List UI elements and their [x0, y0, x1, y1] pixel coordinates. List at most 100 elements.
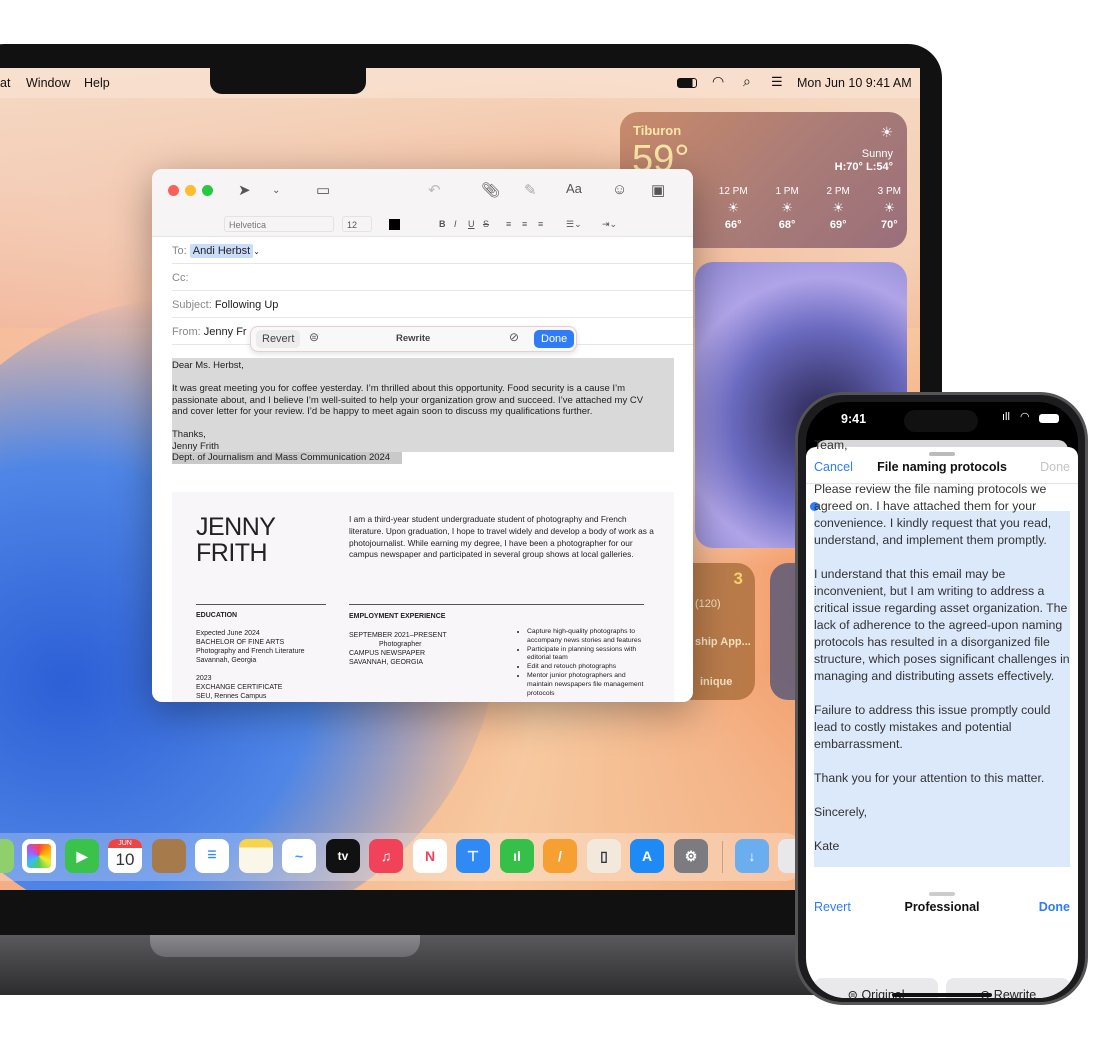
- message-line: managing and distributing assets effecti…: [814, 669, 1055, 683]
- done-top-button[interactable]: Done: [1040, 460, 1070, 474]
- sheet-title: File naming protocols: [877, 460, 1007, 474]
- toolbar: ➤ ⌄ ▭ ↶ 📎︎ ✎ Aa ☺ ▣: [152, 169, 693, 213]
- dock-numbers[interactable]: ıl: [500, 839, 534, 873]
- chevron-down-icon[interactable]: ⌄: [272, 185, 280, 196]
- control-center-icon[interactable]: ☰: [771, 74, 783, 90]
- dock-maps[interactable]: [0, 839, 14, 873]
- original-icon: ⊜: [847, 988, 858, 998]
- dock-tv[interactable]: tv: [326, 839, 360, 873]
- message-line: Sincerely,: [814, 805, 868, 819]
- dock-music[interactable]: ♫: [369, 839, 403, 873]
- reminder-item[interactable]: inique: [700, 676, 732, 688]
- rewrite-title: Rewrite: [396, 333, 431, 344]
- message-line: lack of adherence to the agreed-upon nam…: [814, 618, 1063, 632]
- resume-attachment[interactable]: JENNY FRITH I am a third-year student und…: [172, 492, 674, 702]
- menu-window[interactable]: Window: [26, 76, 70, 90]
- dock-pages[interactable]: /: [543, 839, 577, 873]
- zoom-button[interactable]: [202, 185, 213, 196]
- menu-help[interactable]: Help: [84, 76, 110, 90]
- indent-icon[interactable]: ⇥⌄: [602, 219, 617, 230]
- attachment-icon[interactable]: 📎︎: [481, 181, 500, 199]
- wifi-icon[interactable]: ◠: [712, 73, 724, 90]
- reminder-item[interactable]: (120): [695, 598, 721, 610]
- revert-button[interactable]: Revert: [256, 330, 301, 348]
- underline-button[interactable]: U: [468, 219, 475, 229]
- dock-news[interactable]: N: [413, 839, 447, 873]
- align-right-icon[interactable]: ≡: [538, 219, 543, 229]
- rewrite-icon[interactable]: ⊘: [509, 330, 519, 344]
- dock-contacts[interactable]: [152, 839, 186, 873]
- dock-downloads-folder[interactable]: ↓: [735, 839, 769, 873]
- sun-icon: ☀: [832, 200, 845, 215]
- hour-forecast: 3 PM ☀ 70°: [877, 186, 901, 231]
- signal-icon: ıll: [1002, 411, 1010, 423]
- camera-notch: [210, 66, 366, 94]
- dock-keynote[interactable]: ⊤: [456, 839, 490, 873]
- dock-freeform[interactable]: ~: [282, 839, 316, 873]
- message-line: Failure to address this issue promptly c…: [814, 703, 1051, 717]
- resume-intro: I am a third-year student undergraduate …: [349, 514, 654, 560]
- mail-compose-window: ➤ ⌄ ▭ ↶ 📎︎ ✎ Aa ☺ ▣ Helvetica 12 B I U S…: [152, 169, 693, 702]
- italic-button[interactable]: I: [454, 219, 457, 229]
- grabber[interactable]: [929, 452, 955, 456]
- message-line: structure, which poses significant chall…: [814, 652, 1070, 666]
- dock-system-settings[interactable]: ⚙: [674, 839, 708, 873]
- align-left-icon[interactable]: ≡: [506, 219, 511, 229]
- dock-iphone-mirroring[interactable]: ▯: [587, 839, 621, 873]
- menu-app[interactable]: at: [0, 76, 10, 90]
- format-bar: Helvetica 12 B I U S ≡ ≡ ≡ ☰⌄ ⇥⌄: [152, 213, 693, 237]
- text-color-swatch[interactable]: [389, 219, 400, 230]
- grabber[interactable]: [929, 892, 955, 896]
- reply-icon[interactable]: ↶: [428, 181, 441, 199]
- strikethrough-button[interactable]: S: [483, 219, 489, 229]
- original-icon[interactable]: ⊜: [309, 330, 319, 344]
- sun-icon: ☀: [883, 200, 896, 215]
- dock-reminders[interactable]: ☰: [195, 839, 229, 873]
- dock-photos[interactable]: [22, 839, 56, 873]
- resume-name: JENNY: [196, 513, 276, 541]
- compose-sheet: Cancel File naming protocols Done Team, P…: [806, 438, 1078, 998]
- cc-field[interactable]: Cc:: [172, 264, 693, 291]
- reminder-item[interactable]: ship App...: [695, 636, 751, 648]
- search-icon[interactable]: ⌕: [743, 73, 751, 90]
- format-icon[interactable]: Aa: [566, 181, 582, 196]
- bold-button[interactable]: B: [439, 219, 446, 229]
- subject-field[interactable]: Subject: Following Up: [172, 291, 693, 318]
- markup-icon[interactable]: ✎: [524, 181, 537, 199]
- sun-icon: ☀: [727, 200, 740, 215]
- sun-icon: ☀: [880, 124, 893, 140]
- hour-forecast: 1 PM ☀ 68°: [775, 186, 799, 231]
- dock-facetime[interactable]: ▶: [65, 839, 99, 873]
- font-size-select[interactable]: 12: [342, 216, 372, 232]
- dock-notes[interactable]: [239, 839, 273, 873]
- battery-icon[interactable]: [677, 78, 697, 88]
- employment-list: SEPTEMBER 2021–PRESENT Photographer CAMPUS…: [349, 632, 447, 666]
- done-button[interactable]: Done: [1039, 900, 1070, 914]
- emoji-icon[interactable]: ☺: [612, 181, 627, 198]
- weather-hilo: H:70° L:54°: [834, 161, 893, 173]
- dock-app-store[interactable]: A: [630, 839, 664, 873]
- menu-bar: at Window Help ◠ ⌕ ☰ Mon Jun 10 9:41 AM: [0, 68, 920, 98]
- done-button[interactable]: Done: [534, 330, 575, 348]
- hour-forecast: 12 PM ☀ 66°: [718, 186, 748, 231]
- photo-browser-icon[interactable]: ▣: [651, 181, 665, 199]
- dock-calendar[interactable]: JUN 10: [108, 839, 142, 873]
- send-icon[interactable]: ➤: [238, 181, 251, 199]
- message-body[interactable]: Dear Ms. Herbst, It was great meeting yo…: [172, 358, 674, 464]
- list-icon[interactable]: ☰⌄: [566, 219, 582, 230]
- recipient-token[interactable]: Andi Herbst: [189, 244, 254, 258]
- macbook-hinge: [150, 935, 420, 957]
- minimize-button[interactable]: [185, 185, 196, 196]
- message-line: Team,: [814, 438, 848, 452]
- clock[interactable]: Mon Jun 10 9:41 AM: [797, 76, 912, 90]
- message-line: critical issue regarding asset organizat…: [814, 601, 1068, 615]
- battery-icon: [1039, 414, 1059, 423]
- message-line: embarrassment.: [814, 737, 903, 751]
- to-field[interactable]: To: Andi Herbst ⌄: [172, 237, 693, 264]
- font-select[interactable]: Helvetica: [224, 216, 334, 232]
- header-fields-icon[interactable]: ▭: [316, 181, 330, 199]
- dock: ▶ JUN 10 ☰ ~ tv ♫ N ⊤ ıl / ▯ A ⚙ ↓: [0, 833, 812, 881]
- close-button[interactable]: [168, 185, 179, 196]
- tone-title: Professional: [904, 900, 980, 914]
- align-center-icon[interactable]: ≡: [522, 219, 527, 229]
